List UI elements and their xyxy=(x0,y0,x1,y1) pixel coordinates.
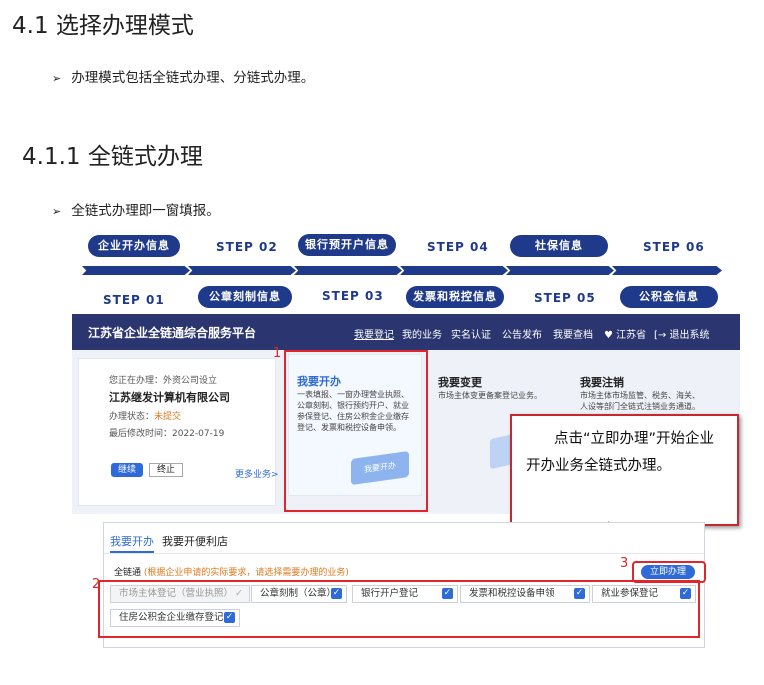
bullet-text: 全链式办理即一窗填报。 xyxy=(71,203,220,219)
step-arrow xyxy=(294,266,402,275)
nav-real-name[interactable]: 实名认证 xyxy=(451,326,491,341)
nav-logout[interactable]: [→ 退出系统 xyxy=(654,326,709,341)
highlight-box-1 xyxy=(284,350,428,512)
marker-1: 1 xyxy=(273,346,282,361)
current-business-card: 您正在办理：外资公司设立 江苏继发计算机有限公司 办理状态：未提交 最后修改时间… xyxy=(78,358,279,506)
bullet-modes: ➢ 办理模式包括全链式办理、分链式办理。 xyxy=(52,66,314,86)
callout-text: 点击“立即办理”开始企业开办业务全链式办理。 xyxy=(526,431,715,474)
step-arrow xyxy=(82,266,190,275)
nav-announce[interactable]: 公告发布 xyxy=(502,326,542,341)
card-cancel-desc: 市场主体市场监管、税务、海关、人设等部门全链式注销业务通道。 xyxy=(580,391,700,411)
continue-button[interactable]: 继续 xyxy=(111,463,143,477)
stop-button[interactable]: 终止 xyxy=(149,463,183,477)
step-label-04: STEP 04 xyxy=(427,240,489,254)
bullet-arrow-icon: ➢ xyxy=(52,72,62,85)
nav-province[interactable]: ♥ 江苏省 xyxy=(604,326,646,341)
nav-my-business[interactable]: 我的业务 xyxy=(402,326,442,341)
chain-label: 全链通 xyxy=(114,568,142,578)
step-pill-social-info: 社保信息 xyxy=(510,235,608,257)
step-label-06: STEP 06 xyxy=(643,240,705,254)
panel-hint: (根据企业申请的实际要求，请选择需要办理的业务) xyxy=(143,568,349,578)
bullet-arrow-icon: ➢ xyxy=(52,205,62,218)
status-line: 办理状态：未提交 xyxy=(109,409,181,422)
nav-register[interactable]: 我要登记 xyxy=(354,326,394,341)
highlight-box-2 xyxy=(98,580,700,638)
step-pill-fund-info: 公积金信息 xyxy=(620,286,718,308)
step-label-05: STEP 05 xyxy=(534,291,596,305)
step-label-03: STEP 03 xyxy=(322,289,384,303)
company-name: 江苏继发计算机有限公司 xyxy=(109,391,230,404)
modified-time: 最后修改时间：2022-07-19 xyxy=(109,429,225,439)
step-pill-invoice-info: 发票和税控信息 xyxy=(406,286,504,308)
step-label-02: STEP 02 xyxy=(216,240,278,254)
status-label: 办理状态： xyxy=(109,412,155,422)
tab-convenience-store[interactable]: 我要开便利店 xyxy=(162,533,228,549)
tab-open[interactable]: 我要开办 xyxy=(110,533,154,549)
heading-4-1: 4.1 选择办理模式 xyxy=(12,13,194,39)
step-arrow xyxy=(612,266,722,275)
more-business-link[interactable]: 更多业务> xyxy=(235,467,279,480)
divider xyxy=(104,553,704,554)
step-arrow xyxy=(188,266,296,275)
platform-topbar: 江苏省企业全链通综合服务平台 我要登记 我的业务 实名认证 公告发布 我要查档 … xyxy=(72,314,740,350)
step-pill-bank-info: 银行预开户信息 xyxy=(298,234,396,256)
platform-title: 江苏省企业全链通综合服务平台 xyxy=(88,326,257,340)
panel-label: 全链通 (根据企业申请的实际要求，请选择需要办理的业务) xyxy=(114,565,349,578)
step-arrow xyxy=(506,266,614,275)
card-change-title: 我要变更 xyxy=(438,376,482,389)
marker-2: 2 xyxy=(92,577,101,592)
card-cancel-title: 我要注销 xyxy=(580,376,624,389)
highlight-box-3 xyxy=(632,561,706,583)
bullet-text: 办理模式包括全链式办理、分链式办理。 xyxy=(71,70,315,86)
step-arrow xyxy=(400,266,508,275)
marker-3: 3 xyxy=(620,556,629,571)
card-change-desc: 市场主体变更备案登记业务。 xyxy=(438,391,542,400)
callout-box: 点击“立即办理”开始企业开办业务全链式办理。 xyxy=(510,414,739,526)
heading-4-1-1: 4.1.1 全链式办理 xyxy=(22,144,203,170)
step-pill-company-info: 企业开办信息 xyxy=(88,235,180,257)
current-line: 您正在办理：外资公司设立 xyxy=(109,376,218,386)
bullet-full-chain: ➢ 全链式办理即一窗填报。 xyxy=(52,199,220,219)
status-value: 未提交 xyxy=(154,412,182,422)
step-pill-seal-info: 公章刻制信息 xyxy=(198,286,292,308)
step-label-01: STEP 01 xyxy=(103,293,165,307)
nav-query[interactable]: 我要查档 xyxy=(553,326,593,341)
